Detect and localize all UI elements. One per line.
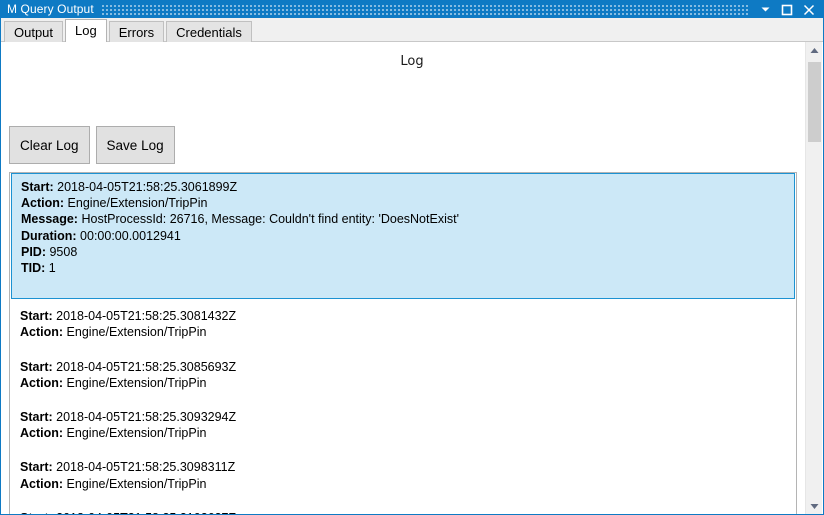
tab-errors[interactable]: Errors	[108, 21, 165, 42]
log-entry-list-inner: Start: 2018-04-05T21:58:25.3061899Z Acti…	[10, 173, 796, 514]
tab-credentials[interactable]: Credentials	[166, 21, 252, 42]
field-value-start: 2018-04-05T21:58:25.3093294Z	[56, 410, 237, 425]
field-value-message: HostProcessId: 26716, Message: Couldn't …	[81, 212, 459, 227]
field-label-duration: Duration:	[21, 228, 77, 243]
log-toolbar: Clear Log Save Log	[9, 126, 175, 164]
field-label-message: Message:	[21, 212, 78, 227]
log-entry-action-row: Action: Engine/Extension/TripPin	[20, 476, 788, 492]
field-value-start: 2018-04-05T21:58:25.3102637Z	[56, 511, 236, 514]
caret-up-icon[interactable]	[806, 42, 823, 59]
field-value-action: Engine/Extension/TripPin	[66, 325, 207, 340]
log-entry-start-row: Start: 2018-04-05T21:58:25.3098311Z	[20, 459, 788, 475]
log-entry[interactable]: Start: 2018-04-05T21:58:25.3081432Z Acti…	[10, 299, 796, 349]
title-bar[interactable]: M Query Output	[1, 1, 823, 18]
log-entry-start-row: Start: 2018-04-05T21:58:25.3081432Z	[20, 308, 788, 324]
log-pane: Log Clear Log Save Log Start: 2018-04-05…	[1, 42, 823, 514]
log-entry-list[interactable]: Start: 2018-04-05T21:58:25.3061899Z Acti…	[9, 172, 797, 514]
field-value-action: Engine/Extension/TripPin	[66, 375, 207, 390]
log-entry-start-row: Start: 2018-04-05T21:58:25.3102637Z	[20, 510, 788, 514]
field-value-action: Engine/Extension/TripPin	[67, 196, 208, 211]
log-entry-start-row: Start: 2018-04-05T21:58:25.3085693Z	[20, 359, 788, 375]
field-label-action: Action:	[20, 325, 64, 340]
log-entry-start-row: Start: 2018-04-05T21:58:25.3093294Z	[20, 409, 788, 425]
page-title: Log	[400, 54, 424, 69]
log-entry-selected[interactable]: Start: 2018-04-05T21:58:25.3061899Z Acti…	[11, 173, 795, 300]
maximize-icon[interactable]	[776, 1, 798, 18]
close-icon[interactable]	[798, 1, 820, 18]
window-controls	[754, 1, 823, 18]
field-label-start: Start:	[20, 410, 53, 425]
field-value-action: Engine/Extension/TripPin	[66, 426, 207, 441]
field-value-start: 2018-04-05T21:58:25.3081432Z	[56, 309, 237, 324]
save-log-button[interactable]: Save Log	[95, 126, 175, 164]
log-entry[interactable]: Start: 2018-04-05T21:58:25.3093294Z Acti…	[10, 400, 796, 450]
log-entry-tid-row: TID: 1	[21, 260, 786, 276]
chevron-down-icon[interactable]	[754, 1, 776, 18]
clear-log-button[interactable]: Clear Log	[9, 126, 90, 164]
log-entry-duration-row: Duration: 00:00:00.0012941	[21, 228, 786, 244]
log-entry-action-row: Action: Engine/Extension/TripPin	[21, 195, 786, 211]
tab-log[interactable]: Log	[65, 19, 107, 42]
log-entry[interactable]: Start: 2018-04-05T21:58:25.3102637Z Acti…	[10, 501, 796, 514]
log-entry-action-row: Action: Engine/Extension/TripPin	[20, 324, 788, 340]
log-entry[interactable]: Start: 2018-04-05T21:58:25.3098311Z Acti…	[10, 450, 796, 500]
field-label-start: Start:	[20, 309, 53, 324]
field-value-start: 2018-04-05T21:58:25.3098311Z	[56, 460, 236, 475]
field-value-start: 2018-04-05T21:58:25.3061899Z	[57, 180, 238, 194]
field-value-action: Engine/Extension/TripPin	[66, 476, 207, 491]
field-label-start: Start:	[21, 180, 54, 194]
caret-down-icon[interactable]	[806, 498, 823, 514]
m-query-output-window: M Query Output Output Log Errors Credent…	[0, 0, 824, 515]
field-label-action: Action:	[21, 196, 65, 211]
field-label-action: Action:	[20, 476, 64, 491]
window-title: M Query Output	[7, 2, 94, 16]
field-label-start: Start:	[20, 511, 53, 514]
field-label-pid: PID:	[21, 244, 46, 259]
vertical-scrollbar[interactable]	[805, 42, 823, 514]
log-entry-message-row: Message: HostProcessId: 26716, Message: …	[21, 211, 786, 227]
scrollbar-thumb[interactable]	[808, 62, 821, 142]
log-entry-start-row: Start: 2018-04-05T21:58:25.3061899Z	[21, 179, 786, 195]
field-value-tid: 1	[48, 261, 56, 276]
log-entry[interactable]: Start: 2018-04-05T21:58:25.3085693Z Acti…	[10, 350, 796, 400]
field-value-pid: 9508	[49, 244, 78, 259]
field-label-action: Action:	[20, 375, 64, 390]
field-label-action: Action:	[20, 426, 64, 441]
tab-output[interactable]: Output	[4, 21, 64, 42]
log-entry-action-row: Action: Engine/Extension/TripPin	[20, 375, 788, 391]
log-entry-pid-row: PID: 9508	[21, 244, 786, 260]
field-label-start: Start:	[20, 460, 53, 475]
field-label-start: Start:	[20, 359, 53, 374]
field-value-start: 2018-04-05T21:58:25.3085693Z	[56, 359, 237, 374]
field-label-tid: TID:	[21, 261, 46, 276]
title-bar-grip	[101, 4, 748, 15]
tab-strip: Output Log Errors Credentials	[1, 18, 823, 42]
field-value-duration: 00:00:00.0012941	[80, 228, 181, 243]
log-entry-action-row: Action: Engine/Extension/TripPin	[20, 425, 788, 441]
